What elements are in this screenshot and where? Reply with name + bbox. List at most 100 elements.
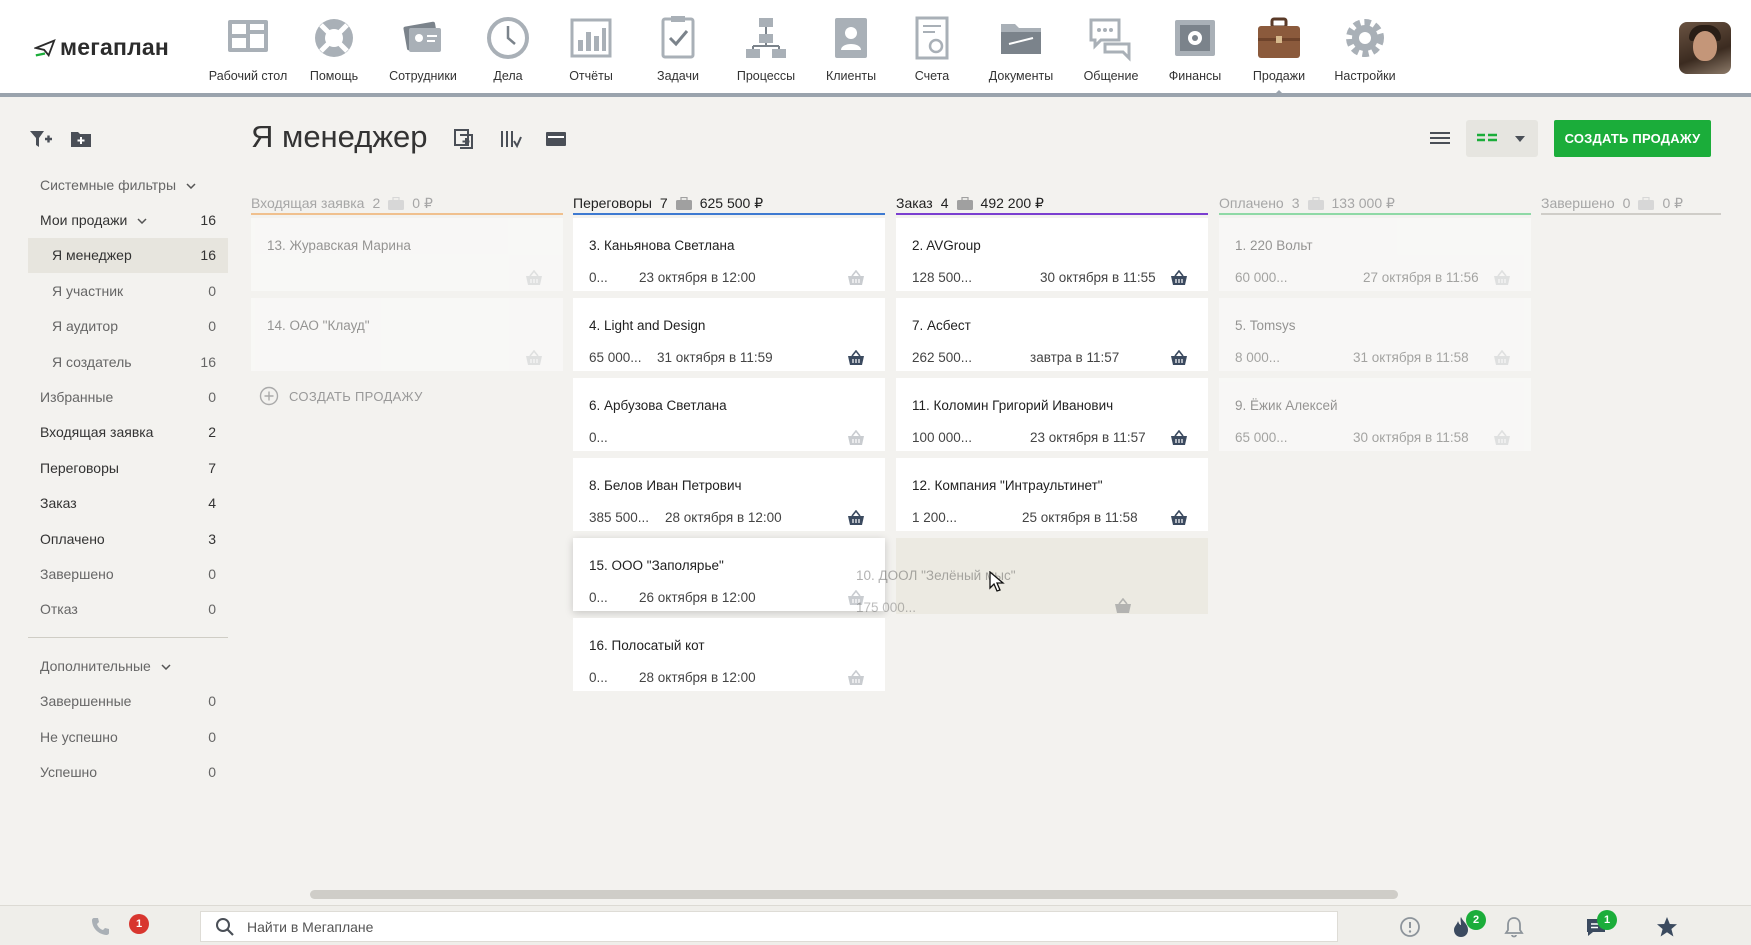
basket-icon[interactable] [847, 350, 865, 366]
phone-icon[interactable] [90, 916, 110, 936]
sidebar-item[interactable]: Завершено 0 [28, 556, 228, 591]
nav-label: Помощь [309, 69, 359, 83]
search-input[interactable] [247, 918, 1247, 935]
basket-icon[interactable] [525, 350, 543, 366]
nav-item-reports[interactable]: Отчёты [547, 14, 635, 94]
nav-item-invoices[interactable]: Счета [891, 14, 973, 94]
nav-item-gear[interactable]: Настройки [1321, 14, 1409, 94]
sidebar-item[interactable]: Избранные 0 [28, 379, 228, 414]
sidebar-item[interactable]: Завершенные 0 [28, 683, 228, 718]
deal-card[interactable]: 4. Light and Design 65 000... 31 октября в… [573, 298, 885, 371]
sidebar-item[interactable]: Входящая заявка 2 [28, 415, 228, 450]
sidebar-item[interactable]: Я участник 0 [28, 273, 228, 308]
chat-icon [1089, 18, 1131, 62]
sidebar-item[interactable]: Переговоры 7 [28, 450, 228, 485]
basket-icon[interactable] [847, 670, 865, 686]
chevron-down-icon[interactable] [161, 664, 171, 671]
deal-card-title: 7. Асбест [912, 318, 971, 333]
sidebar-item[interactable]: Дополнительные [28, 648, 228, 683]
nav-item-chat[interactable]: Общение [1069, 14, 1153, 94]
basket-icon[interactable] [1170, 270, 1188, 286]
deal-card[interactable]: 15. ООО "Заполярье" 0... 26 октября в 12:0… [573, 538, 885, 611]
nav-item-tasks[interactable]: Задачи [635, 14, 721, 94]
star-icon[interactable] [1656, 916, 1678, 938]
basket-icon[interactable] [847, 430, 865, 446]
column-count: 0 [1622, 195, 1631, 211]
deal-card-date: 31 октября в 11:59 [657, 350, 773, 365]
sidebar-item[interactable]: Мои продажи 16 [28, 202, 228, 237]
deal-card-title: 4. Light and Design [589, 318, 706, 333]
nav-item-clock[interactable]: Дела [469, 14, 547, 94]
nav-item-safe[interactable]: Финансы [1153, 14, 1237, 94]
megaplan-logo[interactable]: мегаплан [34, 34, 169, 61]
basket-icon[interactable] [1493, 430, 1511, 446]
copy-icon[interactable] [452, 127, 476, 151]
deal-card[interactable]: 8. Белов Иван Петрович 385 500... 28 октяб… [573, 458, 885, 531]
sidebar-item-label: Заказ [40, 495, 77, 512]
deal-card-sum: 8 000... [1235, 350, 1281, 365]
sidebar-divider [28, 637, 228, 639]
deal-card[interactable]: 11. Коломин Григорий Иванович 100 000... 2… [896, 378, 1208, 451]
chevron-down-icon[interactable] [186, 183, 196, 189]
sidebar-item[interactable]: Оплачено 3 [28, 521, 228, 556]
sidebar-item[interactable]: Заказ 4 [28, 486, 228, 521]
deal-card[interactable]: 7. Асбест 262 500... завтра в 11:57 [896, 298, 1208, 371]
sidebar-item-count: 0 [208, 282, 216, 299]
sidebar-item[interactable]: Я создатель 16 [28, 344, 228, 379]
deal-card[interactable]: 16. Полосатый кот 0... 28 октября в 12:00 [573, 618, 885, 691]
bell-icon[interactable] [1503, 916, 1525, 938]
basket-icon[interactable] [847, 510, 865, 526]
horizontal-scrollbar[interactable] [310, 890, 1398, 899]
sidebar-item[interactable]: Я аудитор 0 [28, 309, 228, 344]
alert-icon[interactable] [1399, 916, 1421, 938]
page-title: Я менеджер [251, 119, 428, 154]
nav-item-documents[interactable]: Документы [973, 14, 1069, 94]
column-accent-line [1219, 213, 1531, 215]
sidebar-item[interactable]: Не успешно 0 [28, 719, 228, 754]
deal-card-sum: 60 000... [1235, 270, 1288, 285]
deal-card[interactable]: 14. ОАО "Клауд" [251, 298, 563, 371]
nav-item-desktop[interactable]: Рабочий стол [205, 14, 291, 94]
fire-badge: 2 [1466, 910, 1486, 930]
chevron-down-icon[interactable] [137, 218, 147, 225]
sidebar-item[interactable]: Я менеджер 16 [28, 237, 228, 274]
sidebar-item[interactable]: Отказ 0 [28, 592, 228, 627]
add-folder-icon[interactable] [69, 128, 93, 150]
card-view-icon[interactable] [544, 127, 568, 151]
deal-card[interactable]: 5. Tomsys 8 000... 31 октября в 11:58 [1219, 298, 1531, 371]
deal-card[interactable]: 13. Журавская Марина [251, 218, 563, 291]
deal-card[interactable]: 1. 220 Вольт 60 000... 27 октября в 11:56 [1219, 218, 1531, 291]
avatar[interactable] [1679, 22, 1731, 74]
sidebar-item-count: 3 [208, 530, 216, 547]
nav-item-briefcase[interactable]: Продажи [1237, 14, 1321, 96]
sort-columns-icon[interactable] [498, 127, 522, 151]
deal-card[interactable]: 2. AVGroup 128 500... 30 октября в 11:55 [896, 218, 1208, 291]
board-view-icon [1477, 133, 1497, 141]
sidebar-item-label: Избранные [40, 389, 114, 406]
basket-icon[interactable] [1170, 430, 1188, 446]
deal-card[interactable]: 6. Арбузова Светлана 0... [573, 378, 885, 451]
basket-icon[interactable] [847, 270, 865, 286]
nav-item-lifebuoy[interactable]: Помощь [291, 14, 377, 94]
nav-item-clients[interactable]: Клиенты [811, 14, 891, 94]
nav-item-employees[interactable]: Сотрудники [377, 14, 469, 94]
deal-card[interactable]: 12. Компания "Интраультинет" 1 200... 25 о… [896, 458, 1208, 531]
basket-icon[interactable] [525, 270, 543, 286]
list-view-icon[interactable] [1428, 126, 1452, 150]
nav-item-processes[interactable]: Процессы [721, 14, 811, 94]
deal-card[interactable]: 9. Ёжик Алексей 65 000... 30 октября в 11:… [1219, 378, 1531, 451]
sidebar-item-count: 0 [208, 601, 216, 618]
deal-card-sum: 0... [589, 430, 608, 445]
deal-card[interactable]: 3. Каньянова Светлана 0... 23 октября в 12… [573, 218, 885, 291]
board-view-toggle[interactable] [1466, 120, 1538, 157]
sidebar-item[interactable]: Системные фильтры [28, 167, 228, 202]
basket-icon[interactable] [1170, 350, 1188, 366]
basket-icon[interactable] [1493, 350, 1511, 366]
basket-icon[interactable] [1493, 270, 1511, 286]
basket-icon[interactable] [1170, 510, 1188, 526]
create-sale-button[interactable]: СОЗДАТЬ ПРОДАЖУ [1554, 120, 1711, 157]
add-sale-link[interactable]: СОЗДАТЬ ПРОДАЖУ [259, 386, 423, 406]
sidebar-item[interactable]: Успешно 0 [28, 754, 228, 789]
filter-add-icon[interactable] [29, 128, 53, 150]
deal-card-sum: 65 000... [589, 350, 642, 365]
